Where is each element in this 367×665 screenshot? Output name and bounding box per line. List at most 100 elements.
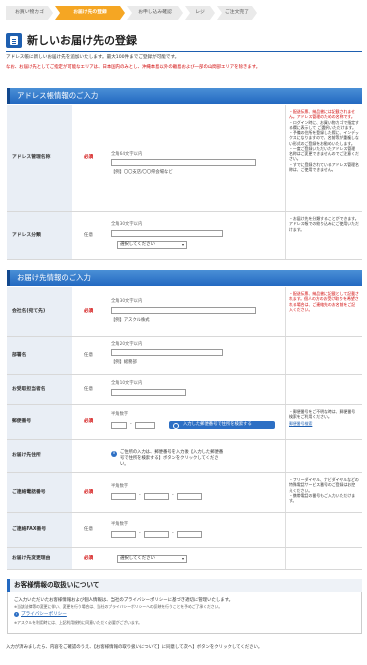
address-field-wrap: i ご住所の入力は、郵便番号を入力後【入力した郵便番号で住所を検索する】ボタンを… bbox=[105, 440, 285, 472]
address-name-example: 【例】〇〇支店/〇〇県会場など bbox=[111, 170, 173, 175]
note-line: ・一度ご登録いただいたアドレス管理名称はご変更できませんのでご注意ください。 bbox=[289, 145, 359, 162]
department-label: 部署名 bbox=[7, 337, 72, 374]
page-title: 新しいお届け先の登録 bbox=[27, 34, 137, 47]
phone-dash-1: - bbox=[139, 493, 141, 498]
privacy-sub: ※当該法律等の変更に伴い、変更を行う場合は、当社のプライバシーポリシーへの反映を… bbox=[14, 604, 223, 609]
privacy-title: お客様情報の取扱いについて bbox=[14, 581, 100, 589]
address-group-label: アドレス分類 bbox=[7, 212, 72, 259]
address-name-hint: 全角64文字以内 bbox=[111, 152, 143, 157]
zip-first-input[interactable] bbox=[111, 422, 127, 429]
phone-dash-2: - bbox=[172, 493, 174, 498]
address-group-input[interactable] bbox=[111, 230, 223, 237]
phone-field-wrap: 半角数字 - - bbox=[105, 473, 285, 512]
footer-instruction: 入力が済みましたら、内容をご確認のうえ、【お客様情報の取り扱いについて】に同意し… bbox=[6, 645, 263, 650]
zip-label: 郵便番号 bbox=[7, 405, 72, 439]
address-name-note: ・配送伝票、納品書には記載されません。アドレス管理のための名称です。 ・ログイン… bbox=[285, 105, 362, 211]
required-badge: 必須 bbox=[83, 489, 94, 495]
fax-area-input[interactable] bbox=[111, 531, 136, 538]
fax-row: ご連絡FAX番号 任意 半角数字 - - bbox=[7, 513, 362, 548]
note-line: ・携帯電話の番号もご入力いただけます。 bbox=[289, 492, 356, 504]
recipient-field-wrap: 全角10文字以内 bbox=[105, 375, 285, 404]
required-badge: 必須 bbox=[83, 155, 94, 161]
fax-last-input[interactable] bbox=[177, 531, 202, 538]
department-input[interactable] bbox=[111, 349, 223, 356]
reason-label: お届け先変更理由 bbox=[7, 548, 72, 569]
privacy-body: ご入力いただいたお客様情報および個人情報は、当社のプライバシーポリシーに基づき適… bbox=[14, 598, 234, 603]
note-line: ・フリーダイヤル、ナビダイヤルなどの特殊電話サービス番号のご登録はお控えください… bbox=[289, 477, 359, 493]
step-delivery-registration: お届け先の登録 bbox=[55, 6, 125, 20]
phone-middle-input[interactable] bbox=[144, 493, 169, 500]
phone-label: ご連絡電話番号 bbox=[7, 473, 72, 512]
phone-area-input[interactable] bbox=[111, 493, 136, 500]
zip-search-button[interactable]: 入力した郵便番号で住所を検索する bbox=[169, 421, 275, 429]
zip-hint: 半角数字 bbox=[111, 412, 129, 417]
reason-field-wrap: 選択してください bbox=[105, 548, 285, 569]
privacy-policy-link[interactable]: プライバシーポリシー bbox=[21, 612, 67, 618]
step-cart: お買い物カゴ bbox=[6, 6, 53, 20]
note-line: ・郵便番号をご不明な時は、郵便番号検索をご利用ください。 bbox=[289, 409, 356, 420]
zip-row: 郵便番号 必須 半角数字 - 入力した郵便番号で住所を検索する ・郵便番号をご不… bbox=[7, 405, 362, 440]
address-name-label: アドレス管理名称 bbox=[7, 105, 72, 211]
reason-row: お届け先変更理由 必須 選択してください bbox=[7, 548, 362, 570]
step-register: レジ bbox=[185, 6, 215, 20]
reason-select[interactable]: 選択してください bbox=[117, 555, 187, 563]
address-group-hint: 全角30文字以内 bbox=[111, 222, 143, 227]
address-book-icon bbox=[6, 33, 22, 48]
note-line: ・配送伝票、納品書には記載されません。アドレス管理のための名称です。 bbox=[289, 109, 356, 120]
address-group-row: アドレス分類 任意 全角30文字以内 選択してください ・お届け先を分類すること… bbox=[7, 212, 362, 260]
phone-note: ・フリーダイヤル、ナビダイヤルなどの特殊電話サービス番号のご登録はお控えください… bbox=[285, 473, 362, 512]
fax-hint: 半角数字 bbox=[111, 522, 129, 527]
company-hint: 全角30文字以内 bbox=[111, 299, 143, 304]
department-row: 部署名 任意 全角20文字以内 【例】総務部 bbox=[7, 337, 362, 375]
fax-note bbox=[285, 513, 362, 547]
zip-second-input[interactable] bbox=[135, 422, 155, 429]
zip-note: ・郵便番号をご不明な時は、郵便番号検索をご利用ください。 郵便番号検索 bbox=[285, 405, 362, 439]
note-line: ・すでに登録されているアドレス管理名称は、ご使用できません。 bbox=[289, 161, 359, 172]
recipient-row: お受取担当者名 任意 全角10文字以内 bbox=[7, 375, 362, 405]
address-name-input[interactable] bbox=[111, 159, 256, 166]
page-title-underline bbox=[6, 51, 362, 52]
department-field-wrap: 全角20文字以内 【例】総務部 bbox=[105, 337, 285, 374]
recipient-input[interactable] bbox=[111, 389, 186, 396]
department-note bbox=[285, 337, 362, 374]
zip-lookup-link[interactable]: 郵便番号検索 bbox=[289, 421, 359, 426]
company-row: 会社名(宛て先) 必須 全角30文字以内 【例】アスクル株式 ・配送伝票、納品書… bbox=[7, 287, 362, 337]
note-line: ・予備の住所を登録した際に、インデックスになりますので、名前等が重複しない形式の… bbox=[289, 130, 359, 146]
step-complete: ご注文完了 bbox=[217, 6, 257, 20]
phone-last-input[interactable] bbox=[177, 493, 202, 500]
address-name-field-wrap: 全角64文字以内 【例】〇〇支店/〇〇県会場など bbox=[105, 105, 285, 211]
note-line: ・配送伝票、納品書に記載として記載されます。個人の方のお受け取りを希望される場合… bbox=[289, 291, 359, 312]
optional-badge: 任意 bbox=[83, 232, 94, 238]
fax-dash-1: - bbox=[139, 531, 141, 536]
company-field-wrap: 全角30文字以内 【例】アスクル株式 bbox=[105, 287, 285, 336]
fax-label: ご連絡FAX番号 bbox=[7, 513, 72, 547]
address-note bbox=[285, 440, 362, 472]
note-line: ・お届け先を分類することができます。アドレス帳での絞り込みにご使用いただけます。 bbox=[289, 216, 359, 232]
reason-note bbox=[285, 548, 362, 569]
address-group-field-wrap: 全角30文字以内 選択してください bbox=[105, 212, 285, 259]
phone-row: ご連絡電話番号 必須 半角数字 - - ・フリーダイヤル、ナビダイヤルなどの特殊… bbox=[7, 473, 362, 513]
address-info-text: ご住所の入力は、郵便番号を入力後【入力した郵便番号で住所を検索する】ボタンをクリ… bbox=[120, 450, 224, 467]
recipient-hint: 全角10文字以内 bbox=[111, 381, 143, 386]
address-group-select[interactable]: 選択してください bbox=[117, 241, 187, 249]
recipient-label: お受取担当者名 bbox=[7, 375, 72, 404]
phone-hint: 半角数字 bbox=[111, 484, 129, 489]
required-badge bbox=[72, 440, 105, 472]
department-example: 【例】総務部 bbox=[111, 360, 137, 365]
address-name-row: アドレス管理名称 必須 全角64文字以内 【例】〇〇支店/〇〇県会場など ・配送… bbox=[7, 105, 362, 212]
fax-middle-input[interactable] bbox=[144, 531, 169, 538]
optional-badge: 任意 bbox=[83, 527, 94, 533]
company-label: 会社名(宛て先) bbox=[7, 287, 72, 336]
address-group-note: ・お届け先を分類することができます。アドレス帳での絞り込みにご使用いただけます。 bbox=[285, 212, 362, 259]
optional-badge: 任意 bbox=[83, 386, 94, 392]
zip-field-wrap: 半角数字 - 入力した郵便番号で住所を検索する bbox=[105, 405, 285, 439]
step-order-confirm: お申し込み確認 bbox=[127, 6, 183, 20]
intro-text: アドレス帳に新しいお届け先を追加いたします。最大100件までご登録が可能です。 bbox=[6, 55, 180, 60]
address-label: お届け先住所 bbox=[7, 440, 72, 472]
link-arrow-icon: › bbox=[14, 612, 19, 617]
note-line: ・ログイン時に、お買い物カゴで指定する欄に表示して ご選択いただけます。 bbox=[289, 119, 359, 130]
company-input[interactable] bbox=[111, 307, 256, 314]
company-note: ・配送伝票、納品書に記載として記載されます。個人の方のお受け取りを希望される場合… bbox=[285, 287, 362, 336]
address-section-header: アドレス帳情報のご入力 bbox=[7, 88, 362, 104]
delivery-section-header: お届け先情報のご入力 bbox=[7, 270, 362, 286]
